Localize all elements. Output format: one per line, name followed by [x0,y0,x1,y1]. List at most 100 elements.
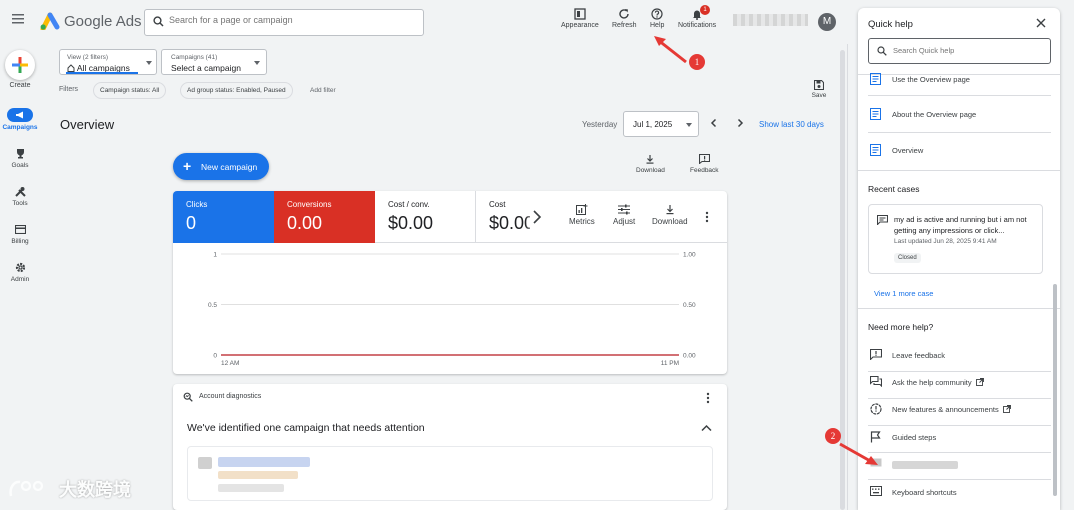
nav-item-admin[interactable]: Admin [0,260,40,283]
notifications-button[interactable]: Notifications [678,8,716,29]
view-selector[interactable]: View (2 filters) All campaigns [59,49,157,75]
refresh-button[interactable]: Refresh [612,8,637,29]
menu-icon[interactable] [12,14,28,28]
credit-card-icon [7,222,33,236]
filter-chip-campaign-status[interactable]: Campaign status: All [93,82,167,99]
brand-name: Google Ads [64,13,142,30]
chart-download-button[interactable]: Download [652,204,688,226]
metric-tile-conversions[interactable]: Conversions 0.00 [274,191,375,243]
keyboard-shortcuts-link[interactable]: Keyboard shortcuts [870,486,1050,500]
download-button[interactable]: Download [636,154,665,174]
article-use-overview[interactable]: Use the Overview page [870,73,1050,87]
case-question: my ad is active and running but i am not… [894,215,1027,235]
y-right-tick-label: 1.00 [683,252,696,259]
more-options-icon[interactable] [705,211,709,223]
filter-chip-ad-group-status[interactable]: Ad group status: Enabled, Paused [180,82,293,99]
x-tick-label: 11 PM [661,360,679,367]
save-button[interactable]: Save [810,80,828,99]
y-left-tick-label: 0.5 [208,302,217,309]
nav-item-billing[interactable]: Billing [0,222,40,245]
article-icon [870,144,881,156]
gear-icon [7,260,33,274]
create-label: Create [9,82,31,89]
metric-scroll-right[interactable] [525,191,549,243]
tools-icon [7,184,33,198]
feedback-button[interactable]: Feedback [690,154,719,174]
help-community-link[interactable]: Ask the help community [870,376,1050,390]
account-info-redacted [733,14,808,26]
add-filter-button[interactable]: Add filter [310,87,336,94]
leave-feedback-link[interactable]: Leave feedback [870,349,1050,363]
google-ads-logo[interactable] [40,12,60,30]
appearance-icon [561,8,599,20]
y-right-tick-label: 0.00 [683,353,696,360]
show-last-30-days-link[interactable]: Show last 30 days [759,120,824,129]
tune-icon [613,204,635,215]
close-icon [1036,18,1046,28]
watermark: 大数跨境 [8,476,131,502]
nav-item-campaigns[interactable]: Campaigns [0,108,40,131]
metric-tile-cost-per-conv[interactable]: Cost / conv. $0.00 [375,191,476,243]
bell-icon [678,8,716,20]
previous-period-button[interactable] [709,118,719,128]
quick-help-search-input[interactable] [893,46,1043,55]
chat-support-link[interactable] [870,458,1050,472]
refresh-icon [612,8,637,20]
watermark-logo-icon [9,480,44,497]
nav-item-tools[interactable]: Tools [0,184,40,207]
article-icon [870,108,881,120]
diagnostics-message: We've identified one campaign that needs… [187,422,425,434]
quick-help-scrollbar[interactable] [1053,284,1057,496]
performance-card: Clicks 0 Conversions 0.00 Cost / conv. $… [173,191,727,374]
campaign-selector[interactable]: Campaigns (41) Select a campaign [161,49,267,75]
metrics-button[interactable]: Metrics [569,204,595,226]
annotation-marker-1: 1 [689,54,705,70]
plus-icon: + [183,158,192,174]
save-icon [810,80,828,90]
chevron-down-icon [146,61,152,65]
article-about-overview[interactable]: About the Overview page [870,108,1050,122]
account-diagnostics-card: Account diagnostics We've identified one… [173,384,727,510]
nav-item-goals[interactable]: Goals [0,146,40,169]
adjust-button[interactable]: Adjust [613,204,635,226]
date-range-selector[interactable]: Jul 1, 2025 [623,111,699,137]
search-input[interactable] [169,15,409,25]
trophy-icon [7,146,33,160]
avatar[interactable]: M [818,13,836,31]
keyboard-icon [870,486,882,496]
article-overview[interactable]: Overview [870,144,1050,158]
new-features-link[interactable]: New features & announcements [870,403,1050,417]
filters-label: Filters [59,86,79,93]
page-title: Overview [60,117,115,132]
new-campaign-button[interactable]: + New campaign [173,153,269,180]
diagnostic-campaign-row[interactable] [187,446,713,501]
help-icon [650,8,664,20]
next-period-button[interactable] [735,118,745,128]
help-button[interactable]: Help [650,8,664,29]
metric-tile-cost[interactable]: Cost $0.00 [476,191,530,243]
chat-icon [877,215,888,225]
case-updated: Last updated Jun 28, 2025 9:41 AM [894,238,997,245]
megaphone-icon [7,108,33,122]
notification-badge: 1 [700,5,710,15]
appearance-button[interactable]: Appearance [561,8,599,29]
forum-icon [870,376,882,387]
chevron-up-icon[interactable] [701,424,712,432]
more-options-icon[interactable] [706,392,710,404]
chevron-right-icon [737,118,744,128]
metric-tile-clicks[interactable]: Clicks 0 [173,191,274,243]
close-button[interactable] [1036,18,1046,28]
y-left-tick-label: 1 [213,252,217,259]
search-bar[interactable] [144,9,424,36]
recent-case-card[interactable]: my ad is active and running but i am not… [868,204,1043,274]
article-icon [870,73,881,85]
quick-help-search[interactable] [868,38,1051,64]
view-more-cases-link[interactable]: View 1 more case [874,289,933,298]
redacted-label [892,461,958,469]
feedback-icon [870,349,882,360]
recent-cases-title: Recent cases [868,184,920,194]
annotation-marker-2: 2 [825,428,841,444]
feedback-icon [690,154,719,164]
create-button[interactable] [5,50,35,80]
guided-steps-link[interactable]: Guided steps [870,431,1050,445]
